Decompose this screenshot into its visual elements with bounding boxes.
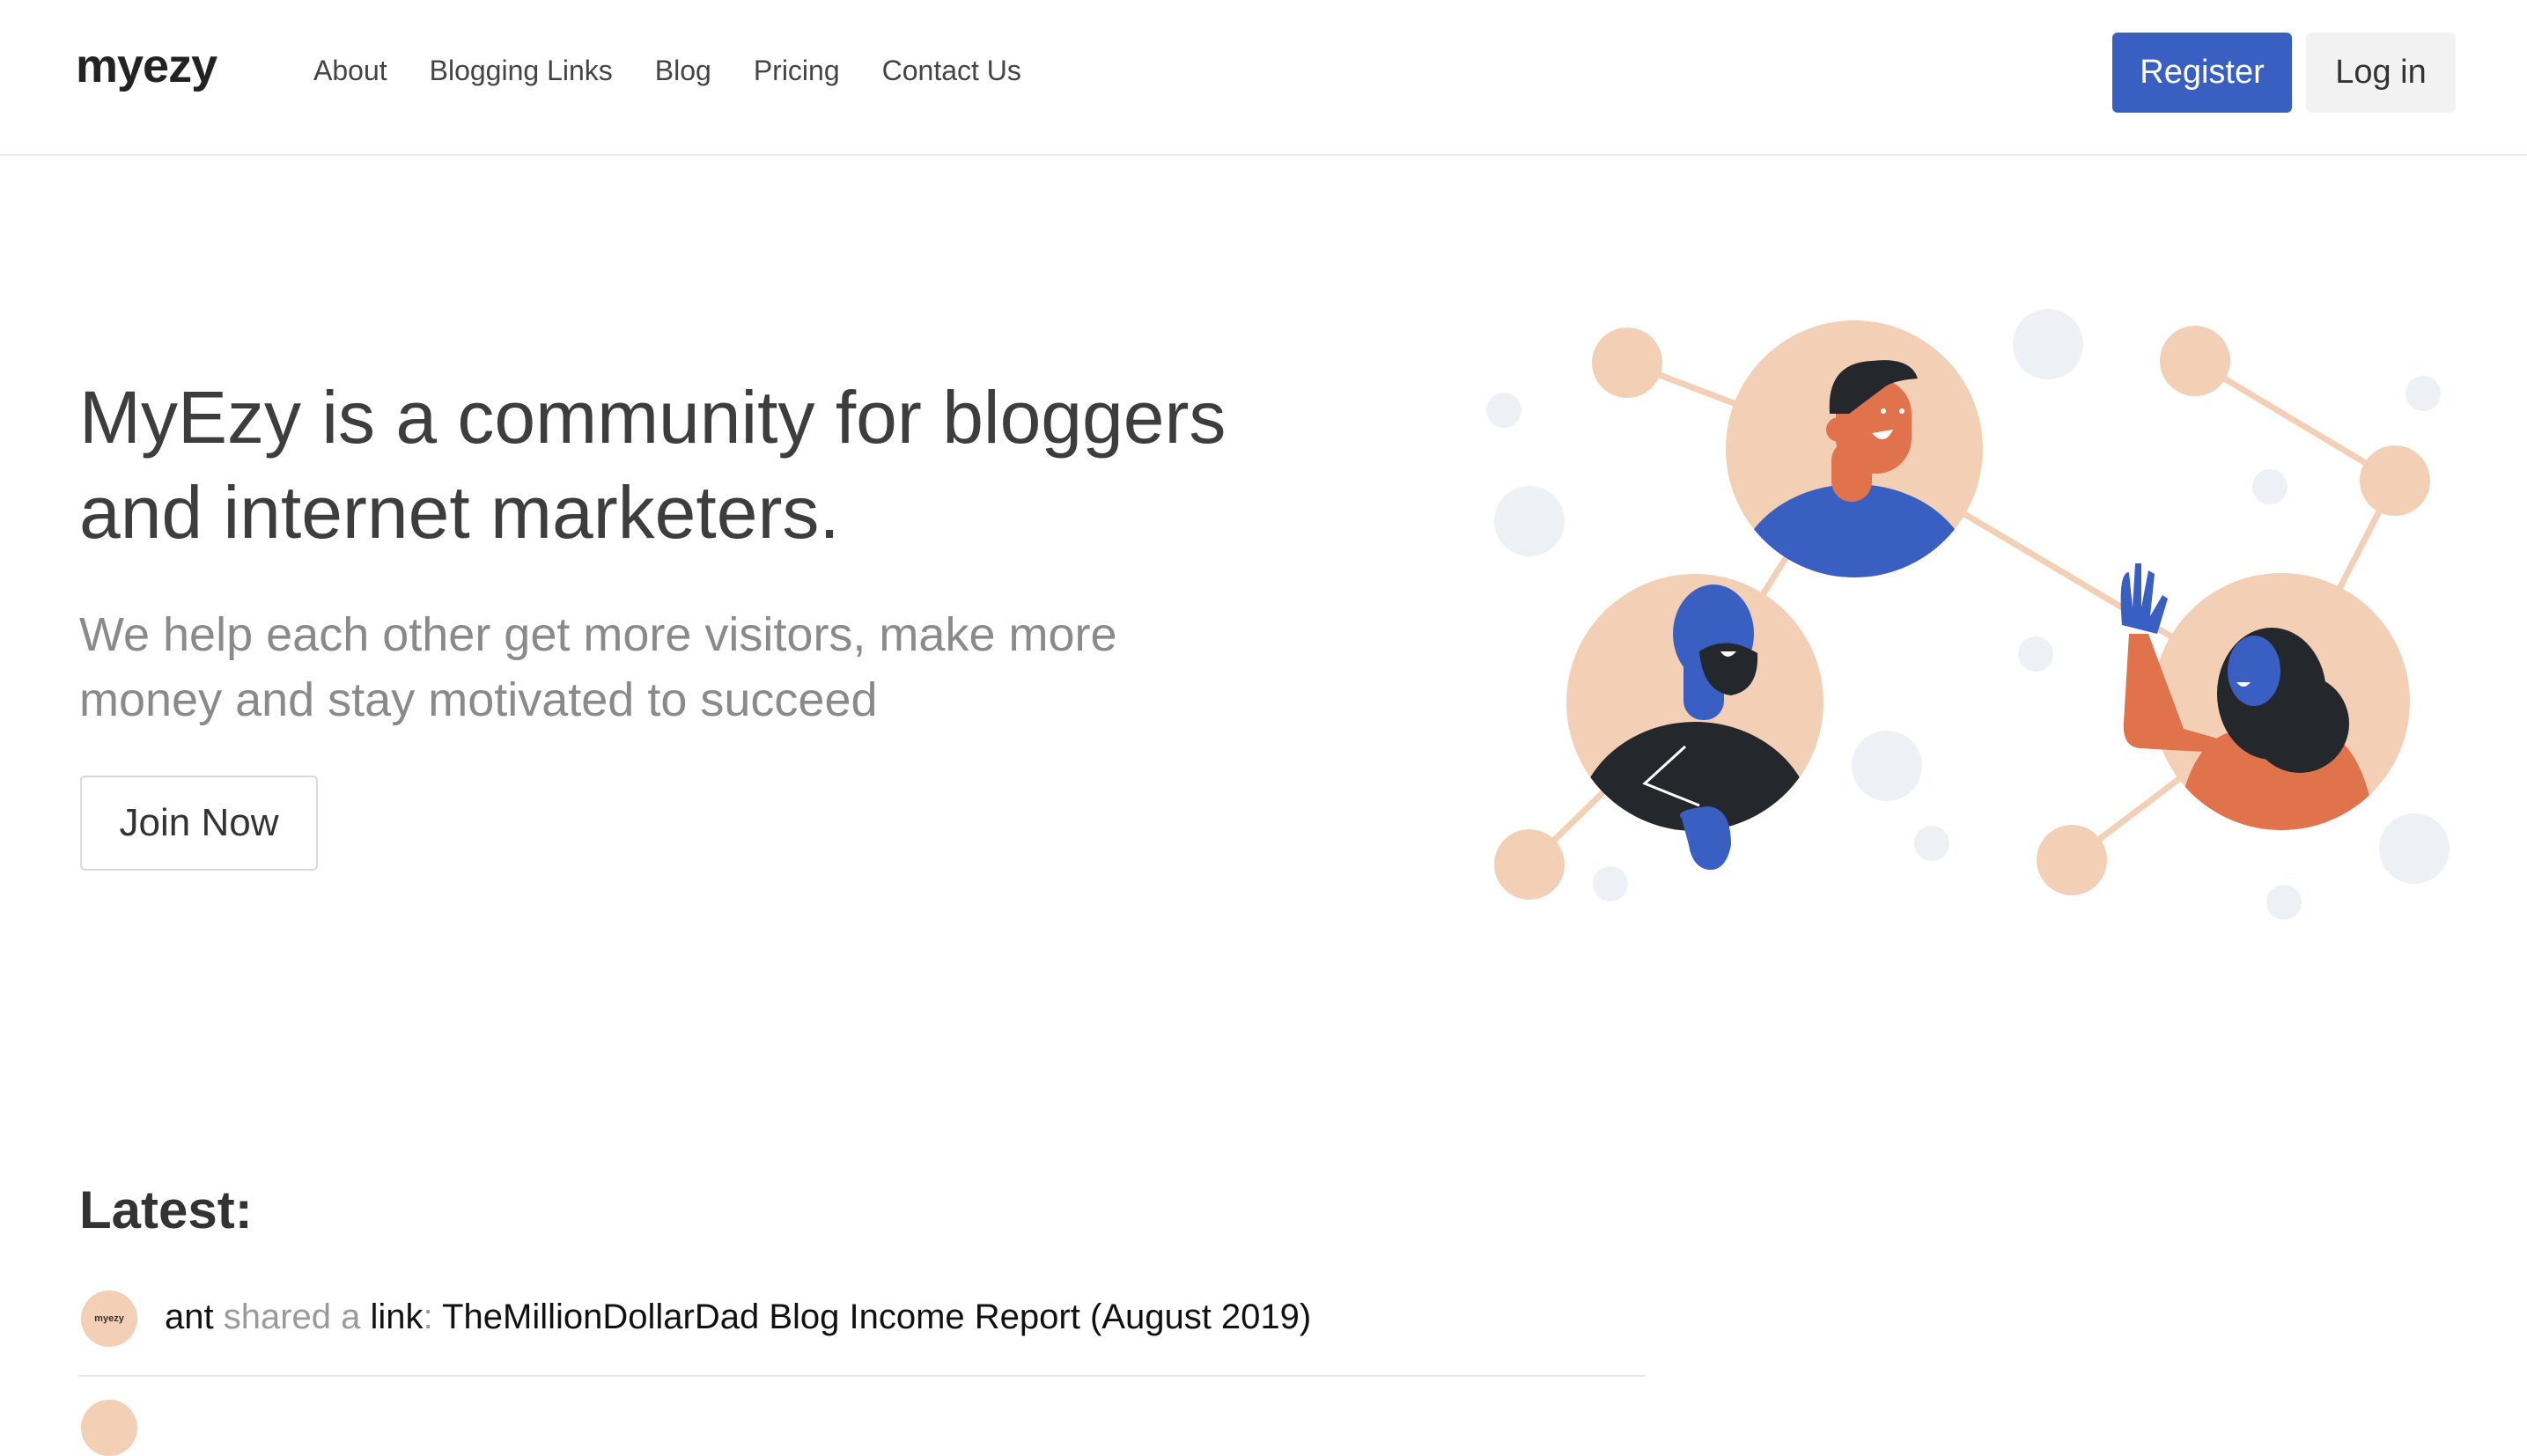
feed-item: myezy ant shared a link: TheMillionDolla… — [79, 1287, 1645, 1377]
feed-action-text: shared a — [223, 1298, 361, 1336]
join-now-button[interactable]: Join Now — [80, 776, 318, 871]
feed-colon: : — [423, 1298, 433, 1336]
register-button[interactable]: Register — [2112, 33, 2292, 113]
nav-about[interactable]: About — [313, 55, 387, 87]
nav-blog[interactable]: Blog — [655, 55, 711, 87]
avatar[interactable]: myezy — [81, 1291, 137, 1347]
avatar[interactable] — [81, 1400, 137, 1456]
site-header: myezy About Blogging Links Blog Pricing … — [0, 0, 2527, 156]
latest-heading: Latest: — [79, 1180, 253, 1239]
feed-item-link[interactable]: TheMillionDollarDad Blog Income Report (… — [442, 1298, 1311, 1336]
main-nav: About Blogging Links Blog Pricing Contac… — [313, 55, 1064, 87]
nav-blogging-links[interactable]: Blogging Links — [430, 55, 613, 87]
nav-contact-us[interactable]: Contact Us — [882, 55, 1021, 87]
nav-pricing[interactable]: Pricing — [754, 55, 840, 87]
feed-user-link[interactable]: ant — [165, 1298, 214, 1336]
community-illustration — [1486, 309, 2450, 920]
hero-subtitle: We help each other get more visitors, ma… — [79, 608, 1117, 726]
feed-text: ant shared a link: TheMillionDollarDad B… — [165, 1298, 1311, 1337]
login-button[interactable]: Log in — [2306, 33, 2456, 113]
site-logo[interactable]: myezy — [76, 39, 217, 93]
feed-type-link[interactable]: link — [371, 1298, 424, 1336]
hero-title: MyEzy is a community for bloggers and in… — [79, 376, 1227, 554]
